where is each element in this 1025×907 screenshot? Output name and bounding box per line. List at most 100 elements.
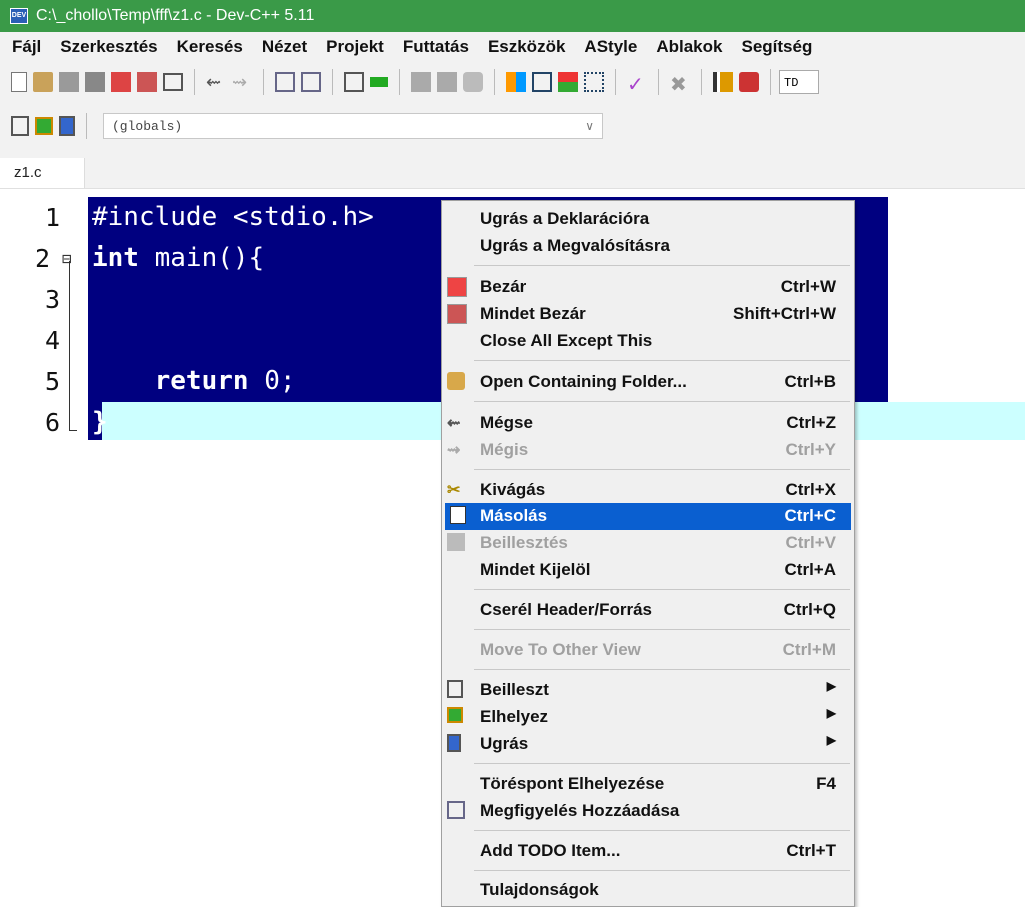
- compile-run-icon[interactable]: [463, 72, 483, 92]
- folder-icon: [447, 372, 465, 390]
- menu-item-cut[interactable]: ✂ Kivágás Ctrl+X: [442, 477, 854, 504]
- indent-icon[interactable]: [344, 72, 364, 92]
- goto-bookmark-icon[interactable]: [59, 116, 75, 136]
- menu-item-properties[interactable]: Tulajdonságok: [442, 877, 854, 904]
- menu-item-shortcut: Ctrl+W: [780, 277, 836, 296]
- tab-z1c[interactable]: z1.c: [0, 158, 85, 188]
- toggle-bookmark-icon[interactable]: [35, 117, 53, 135]
- menu-item-shortcut: Shift+Ctrl+W: [733, 304, 836, 323]
- menu-separator: [474, 360, 850, 361]
- fold-collapse-icon[interactable]: ⊟: [62, 238, 72, 279]
- menu-item-label: Move To Other View: [480, 640, 641, 659]
- menu-astyle[interactable]: AStyle: [584, 37, 637, 57]
- toolbar-separator: [494, 69, 495, 95]
- menu-item-goto-bookmark[interactable]: Ugrás ▶: [442, 731, 854, 758]
- menu-file[interactable]: Fájl: [12, 37, 41, 57]
- scope-combo[interactable]: (globals) ∨: [103, 113, 603, 139]
- undo-icon[interactable]: ⇜: [206, 72, 226, 92]
- scissors-icon: ✂: [447, 482, 461, 499]
- menu-item-add-watch[interactable]: Megfigyelés Hozzáadása: [442, 798, 854, 825]
- undo-icon: ⇜: [447, 415, 461, 432]
- new-window-icon[interactable]: [532, 72, 552, 92]
- menu-tools[interactable]: Eszközök: [488, 37, 565, 57]
- line-number: 3: [44, 285, 60, 314]
- code-text: return 0;: [92, 361, 296, 402]
- new-file-icon[interactable]: [11, 72, 27, 92]
- stop-icon[interactable]: [739, 72, 759, 92]
- menu-item-shortcut: Ctrl+M: [782, 640, 836, 659]
- toolbar-separator: [86, 113, 87, 139]
- save-icon[interactable]: [59, 72, 79, 92]
- insert-icon[interactable]: [11, 116, 29, 136]
- menu-item-goto-definition[interactable]: Ugrás a Megvalósításra: [442, 233, 854, 260]
- run-icon[interactable]: [437, 72, 457, 92]
- menu-item-close[interactable]: Bezár Ctrl+W: [442, 274, 854, 301]
- main-toolbar: ⇜ ⇝ ✓ ✖ TD: [0, 62, 1025, 102]
- menu-item-move-view[interactable]: Move To Other View Ctrl+M: [442, 637, 854, 664]
- menu-item-paste[interactable]: Beillesztés Ctrl+V: [442, 530, 854, 557]
- delete-icon[interactable]: ✖: [670, 72, 690, 96]
- menu-help[interactable]: Segítség: [741, 37, 812, 57]
- menu-item-redo[interactable]: ⇝ Mégis Ctrl+Y: [442, 437, 854, 464]
- menu-item-label: Mégis: [480, 440, 529, 459]
- save-all-icon[interactable]: [85, 72, 105, 92]
- close-all-icon[interactable]: [137, 72, 157, 92]
- grid-icon[interactable]: [584, 72, 604, 92]
- menu-item-open-folder[interactable]: Open Containing Folder... Ctrl+B: [442, 369, 854, 396]
- replace-icon[interactable]: [301, 72, 321, 92]
- menu-item-label: Open Containing Folder...: [480, 372, 687, 391]
- menu-item-goto-declaration[interactable]: Ugrás a Deklarációra: [442, 206, 854, 233]
- toolbar-separator: [615, 69, 616, 95]
- menu-item-label: Mindet Kijelöl: [480, 560, 591, 579]
- menu-item-insert[interactable]: Beilleszt ▶: [442, 677, 854, 704]
- menu-view[interactable]: Nézet: [262, 37, 307, 57]
- redo-icon: ⇝: [447, 442, 461, 459]
- menu-item-label: Bezár: [480, 277, 527, 296]
- menu-item-toggle-bookmark[interactable]: Elhelyez ▶: [442, 704, 854, 731]
- redo-icon[interactable]: ⇝: [232, 72, 252, 92]
- toolbar-separator: [332, 69, 333, 95]
- context-menu: Ugrás a Deklarációra Ugrás a Megvalósítá…: [441, 200, 855, 907]
- menu-edit[interactable]: Szerkesztés: [60, 37, 157, 57]
- close-icon[interactable]: [111, 72, 131, 92]
- menu-item-add-todo[interactable]: Add TODO Item... Ctrl+T: [442, 838, 854, 865]
- menu-item-toggle-breakpoint[interactable]: Töréspont Elhelyezése F4: [442, 771, 854, 798]
- print-icon[interactable]: [163, 73, 183, 91]
- menu-item-undo[interactable]: ⇜ Mégse Ctrl+Z: [442, 410, 854, 437]
- menu-item-close-all[interactable]: Mindet Bezár Shift+Ctrl+W: [442, 301, 854, 328]
- menu-item-swap-header[interactable]: Cserél Header/Forrás Ctrl+Q: [442, 597, 854, 624]
- menu-project[interactable]: Projekt: [326, 37, 384, 57]
- code-text: int main(){: [92, 238, 264, 279]
- menu-item-select-all[interactable]: Mindet Kijelöl Ctrl+A: [442, 557, 854, 584]
- menu-search[interactable]: Keresés: [177, 37, 243, 57]
- check-icon[interactable]: ✓: [627, 72, 647, 96]
- submenu-arrow-icon: ▶: [826, 679, 836, 693]
- menu-item-label: Megfigyelés Hozzáadása: [480, 801, 680, 820]
- menu-item-close-all-except[interactable]: Close All Except This: [442, 328, 854, 355]
- chevron-down-icon: ∨: [585, 119, 594, 134]
- scope-combo-value: (globals): [112, 118, 183, 134]
- title-bar: DEV C:\_chollo\Temp\fff\z1.c - Dev-C++ 5…: [0, 0, 1025, 32]
- line-number: 4: [44, 326, 60, 355]
- class-browser-icon[interactable]: [558, 72, 578, 92]
- toolbar-separator: [263, 69, 264, 95]
- menu-item-copy[interactable]: Másolás Ctrl+C: [445, 503, 851, 530]
- open-file-icon[interactable]: [33, 72, 53, 92]
- menu-window[interactable]: Ablakok: [656, 37, 722, 57]
- menu-item-shortcut: Ctrl+X: [785, 480, 836, 499]
- goto-line-icon[interactable]: [370, 77, 388, 87]
- menu-separator: [474, 629, 850, 630]
- tab-row: z1.c: [0, 150, 1025, 189]
- find-icon[interactable]: [275, 72, 295, 92]
- menu-item-label: Ugrás a Megvalósításra: [480, 236, 670, 255]
- menu-execute[interactable]: Futtatás: [403, 37, 469, 57]
- line-number: 1: [44, 203, 60, 232]
- profile-icon[interactable]: [713, 72, 733, 92]
- menu-item-label: Ugrás a Deklarációra: [480, 209, 650, 228]
- line-number: 6: [44, 408, 60, 437]
- compile-icon[interactable]: [411, 72, 431, 92]
- menu-separator: [474, 669, 850, 670]
- project-icon[interactable]: [506, 72, 526, 92]
- todo-combo[interactable]: TD: [779, 70, 819, 94]
- code-text: main(){: [138, 243, 265, 273]
